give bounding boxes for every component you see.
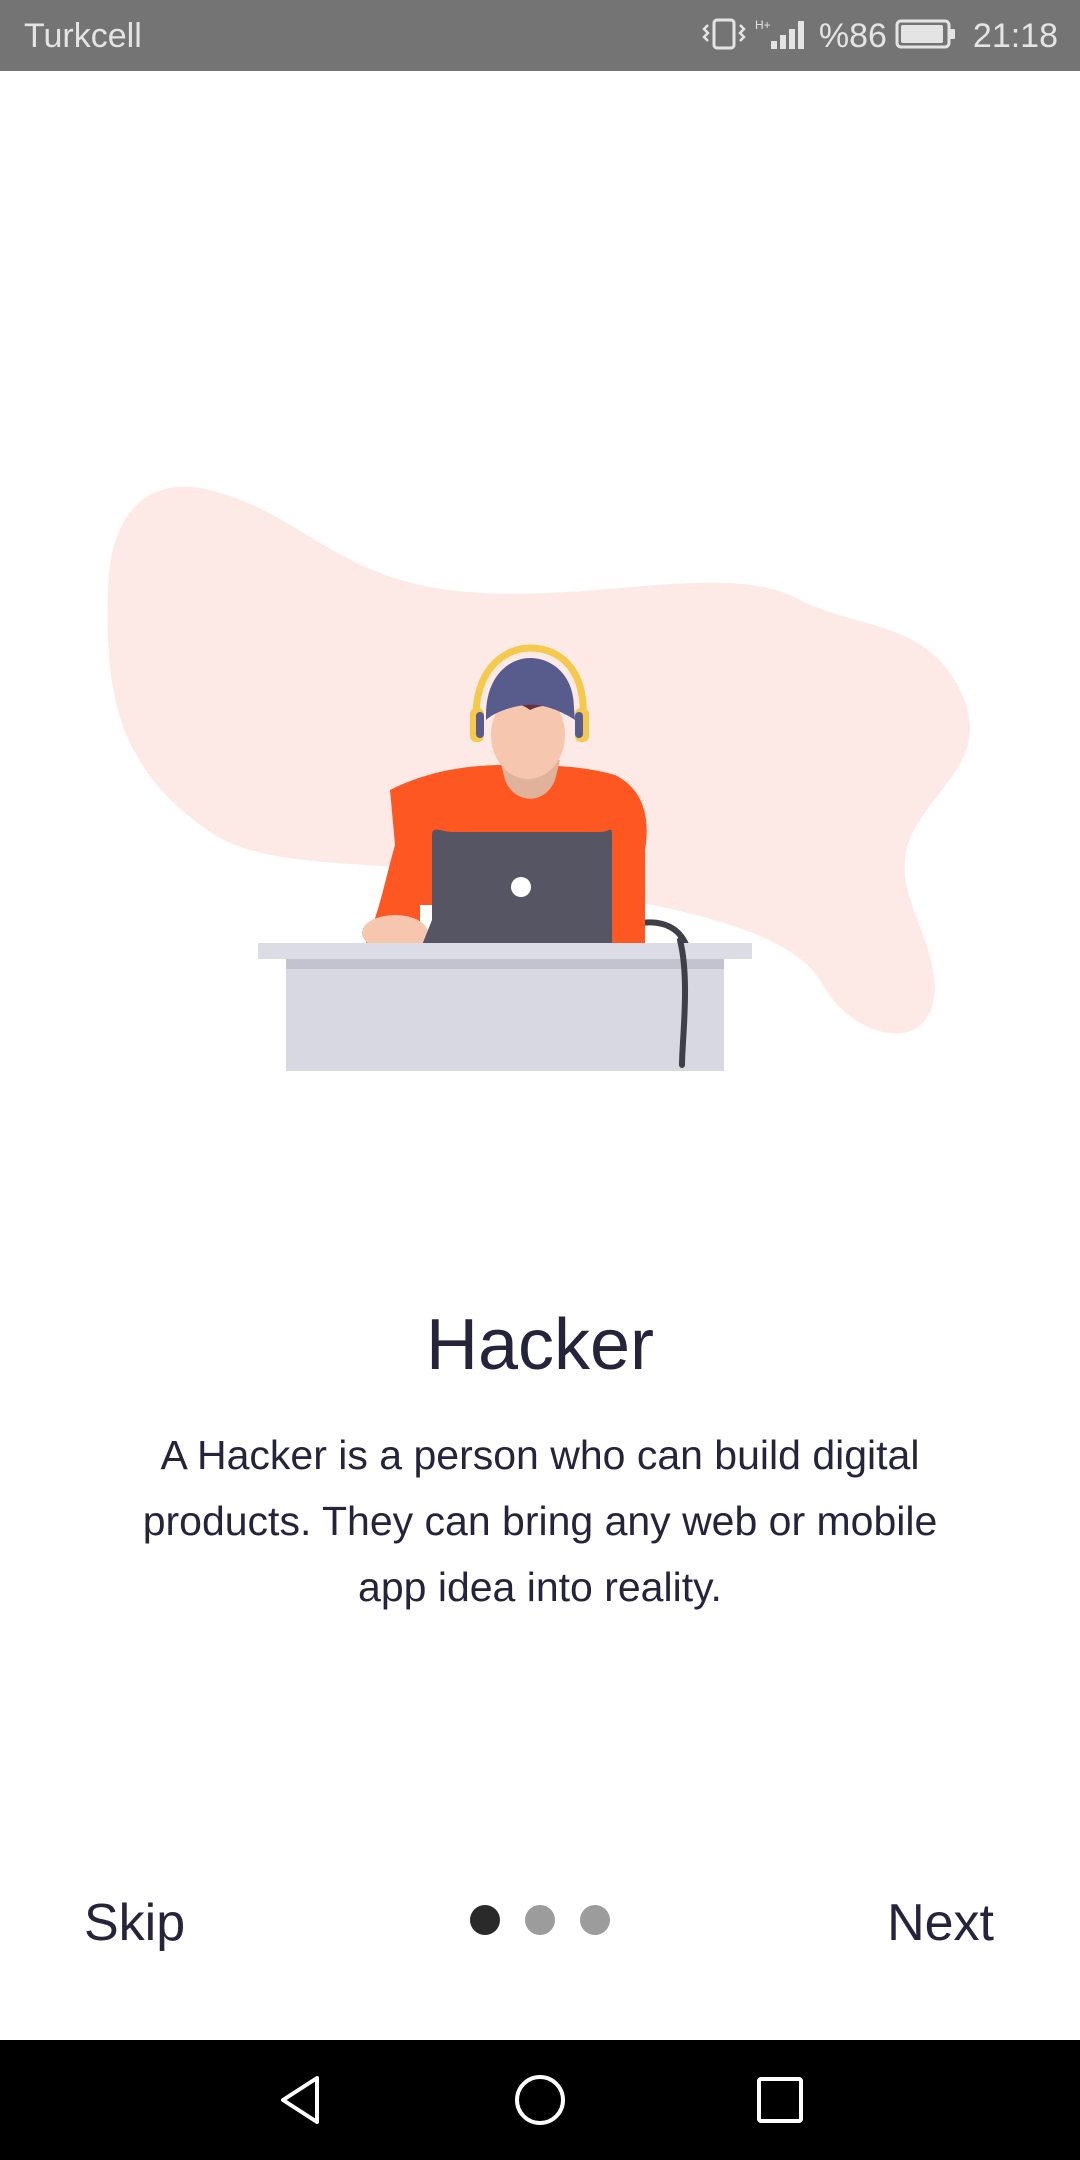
skip-button[interactable]: Skip: [84, 1890, 185, 1956]
onboarding-title: Hacker: [425, 1305, 655, 1385]
next-button[interactable]: Next: [887, 1890, 994, 1956]
home-icon[interactable]: [510, 2070, 570, 2130]
clock: 21:18: [972, 17, 1058, 55]
recent-apps-icon[interactable]: [750, 2070, 810, 2130]
page-indicator: [470, 1904, 610, 1936]
navigation-bar: [0, 2040, 1080, 2160]
page-dot-3[interactable]: [580, 1905, 610, 1935]
vibrate-icon: [701, 17, 747, 56]
page-dot-1[interactable]: [470, 1905, 500, 1935]
battery-percent: %86: [818, 17, 887, 55]
page-dot-2[interactable]: [525, 1905, 555, 1935]
hacker-illustration: [0, 440, 1080, 1090]
desk-body: [286, 959, 724, 1071]
status-icons: H+ %86 21:18: [693, 14, 1058, 58]
onboarding-description: A Hacker is a person who can build digit…: [142, 1432, 938, 1610]
svg-text:H+: H+: [755, 18, 771, 32]
back-icon[interactable]: [270, 2070, 330, 2130]
carrier-name: Turkcell: [24, 17, 142, 55]
battery-icon: [895, 18, 957, 55]
status-bar: Turkcell H+ %86 21:18: [0, 0, 1080, 71]
signal-icon: H+: [755, 17, 811, 56]
desk-top: [258, 943, 752, 959]
